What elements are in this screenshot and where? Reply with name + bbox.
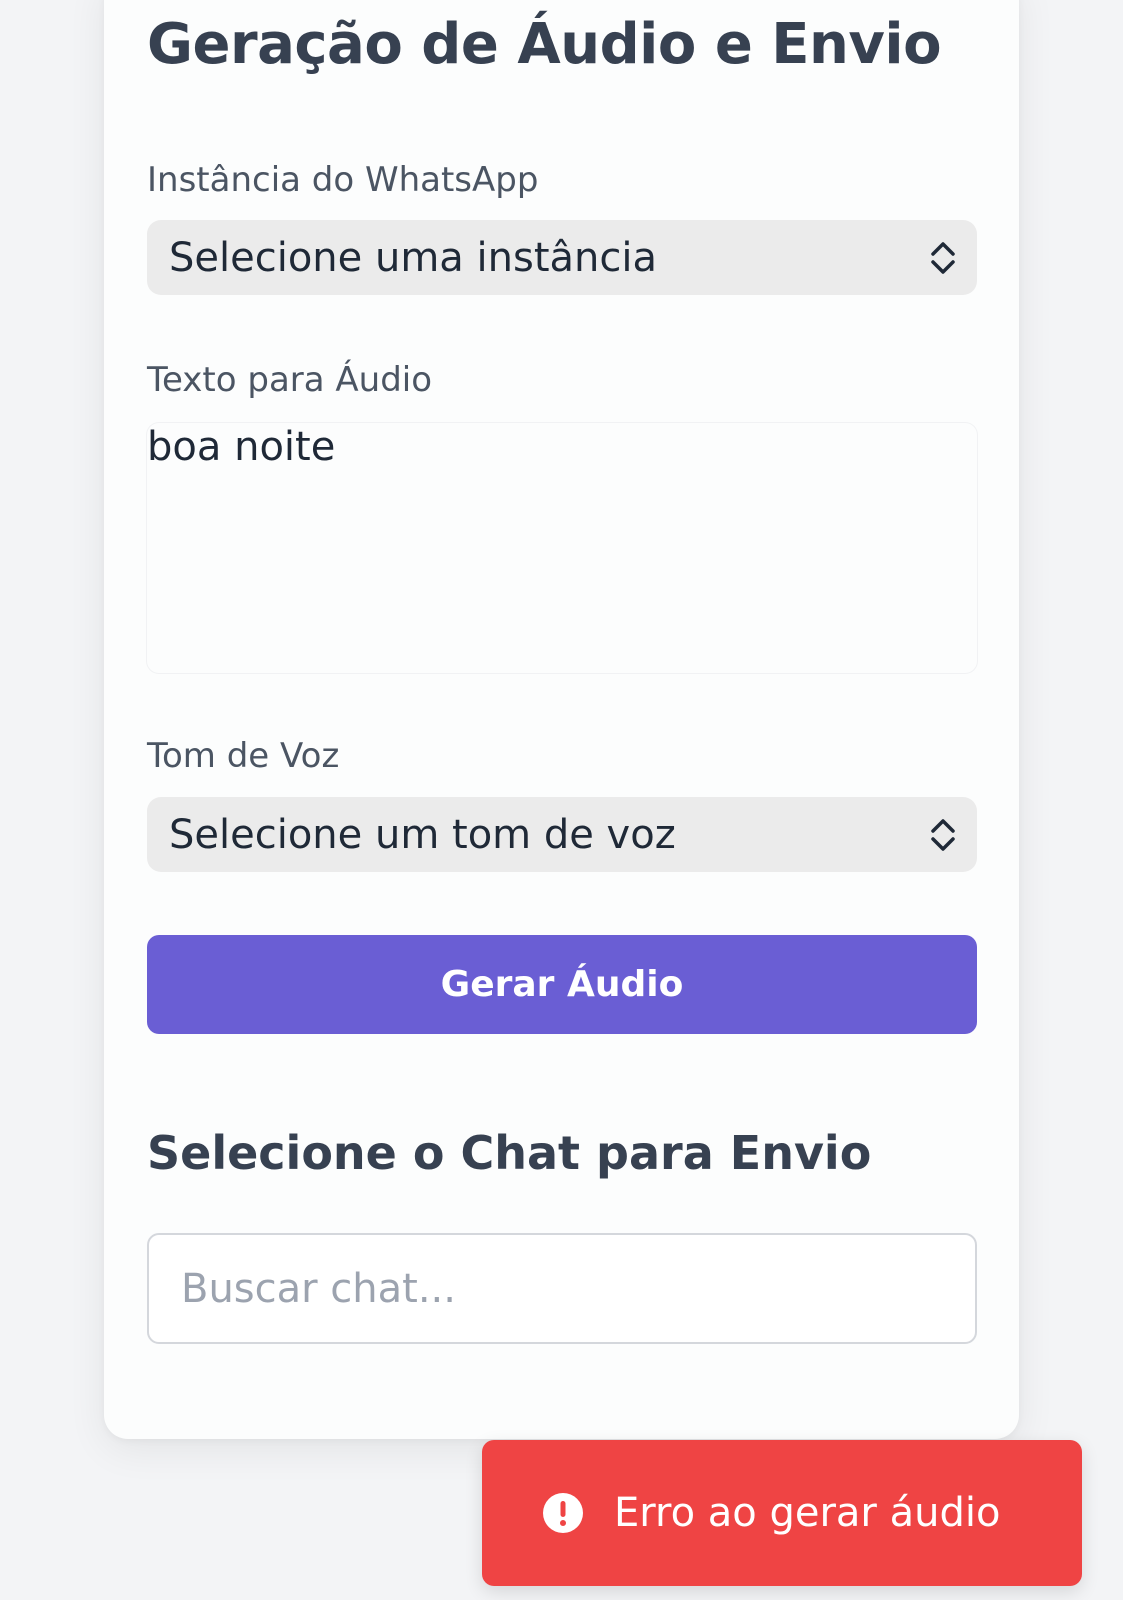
chevron-up-down-icon bbox=[931, 818, 955, 851]
chat-section-title: Selecione o Chat para Envio bbox=[147, 1126, 872, 1180]
error-toast: Erro ao gerar áudio bbox=[482, 1440, 1082, 1586]
page: Geração de Áudio e Envio Instância do Wh… bbox=[0, 0, 1123, 1600]
generate-audio-button[interactable]: Gerar Áudio bbox=[147, 935, 977, 1034]
alert-circle-icon bbox=[543, 1493, 583, 1533]
voice-select[interactable]: Selecione um tom de voz bbox=[147, 797, 977, 872]
voice-select-value: Selecione um tom de voz bbox=[169, 811, 676, 858]
chevron-up-down-icon bbox=[931, 241, 955, 274]
page-title: Geração de Áudio e Envio bbox=[147, 12, 942, 77]
chat-search-input[interactable]: Buscar chat... bbox=[147, 1233, 977, 1344]
audio-text-input[interactable]: boa noite bbox=[147, 423, 977, 673]
instance-select-value: Selecione uma instância bbox=[169, 234, 657, 281]
text-label: Texto para Áudio bbox=[147, 360, 433, 400]
instance-select[interactable]: Selecione uma instância bbox=[147, 220, 977, 295]
audio-form-card bbox=[104, 0, 1019, 1439]
instance-label: Instância do WhatsApp bbox=[147, 160, 539, 200]
toast-message: Erro ao gerar áudio bbox=[614, 1490, 1001, 1536]
voice-label: Tom de Voz bbox=[147, 736, 340, 776]
